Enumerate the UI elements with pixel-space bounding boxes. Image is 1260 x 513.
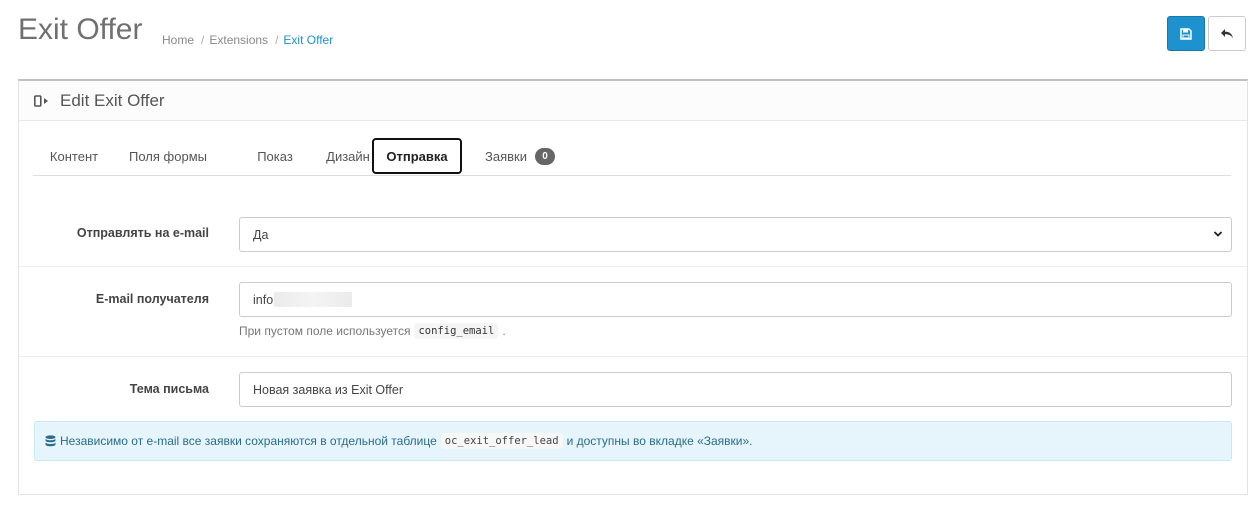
floppy-disk-icon: [1180, 27, 1192, 40]
subject-input[interactable]: Новая заявка из Exit Offer: [239, 372, 1232, 407]
divider: [19, 356, 1247, 357]
sign-out-icon: [34, 94, 48, 107]
panel-title: Edit Exit Offer: [60, 90, 165, 110]
tab-bar: Контент Поля формы Показ Дизайн Отправка…: [33, 136, 1231, 176]
panel-heading: Edit Exit Offer: [19, 81, 1247, 121]
breadcrumb: Home / Extensions / Exit Offer: [162, 33, 334, 47]
subject-label: Тема письма: [129, 382, 209, 396]
breadcrumb-home[interactable]: Home: [162, 33, 194, 47]
tab-content[interactable]: Контент: [33, 138, 115, 174]
info-alert: Независимо от e-mail все заявки сохраняю…: [34, 421, 1232, 461]
tab-form-fields[interactable]: Поля формы: [123, 138, 213, 174]
database-icon: [45, 435, 56, 447]
tab-design[interactable]: Дизайн: [316, 138, 380, 174]
edit-panel: Edit Exit Offer Контент Поля формы Показ…: [18, 79, 1248, 495]
send-email-label: Отправлять на e-mail: [76, 226, 209, 240]
save-button[interactable]: [1167, 16, 1205, 51]
reply-arrow-icon: [1221, 28, 1233, 38]
leads-table-code: oc_exit_offer_lead: [440, 433, 563, 449]
recipient-email-input[interactable]: info: [239, 282, 1232, 317]
send-email-select[interactable]: Да: [239, 217, 1232, 252]
tab-leads[interactable]: Заявки 0: [470, 138, 570, 174]
page-title: Exit Offer: [18, 13, 143, 46]
config-email-code: config_email: [414, 323, 499, 339]
back-button[interactable]: [1208, 16, 1246, 51]
divider: [19, 266, 1247, 267]
leads-count-badge: 0: [534, 147, 555, 165]
tab-display[interactable]: Показ: [245, 138, 305, 174]
page-header: Exit Offer Home / Extensions / Exit Offe…: [0, 0, 1260, 70]
recipient-help-text: При пустом поле используется config_emai…: [239, 323, 506, 339]
breadcrumb-exit-offer[interactable]: Exit Offer: [283, 33, 333, 47]
recipient-email-label: E-mail получателя: [95, 292, 209, 306]
chevron-down-icon: [1213, 231, 1223, 237]
tab-sending[interactable]: Отправка: [372, 138, 462, 174]
redacted-text: [274, 292, 353, 307]
breadcrumb-extensions[interactable]: Extensions: [209, 33, 268, 47]
